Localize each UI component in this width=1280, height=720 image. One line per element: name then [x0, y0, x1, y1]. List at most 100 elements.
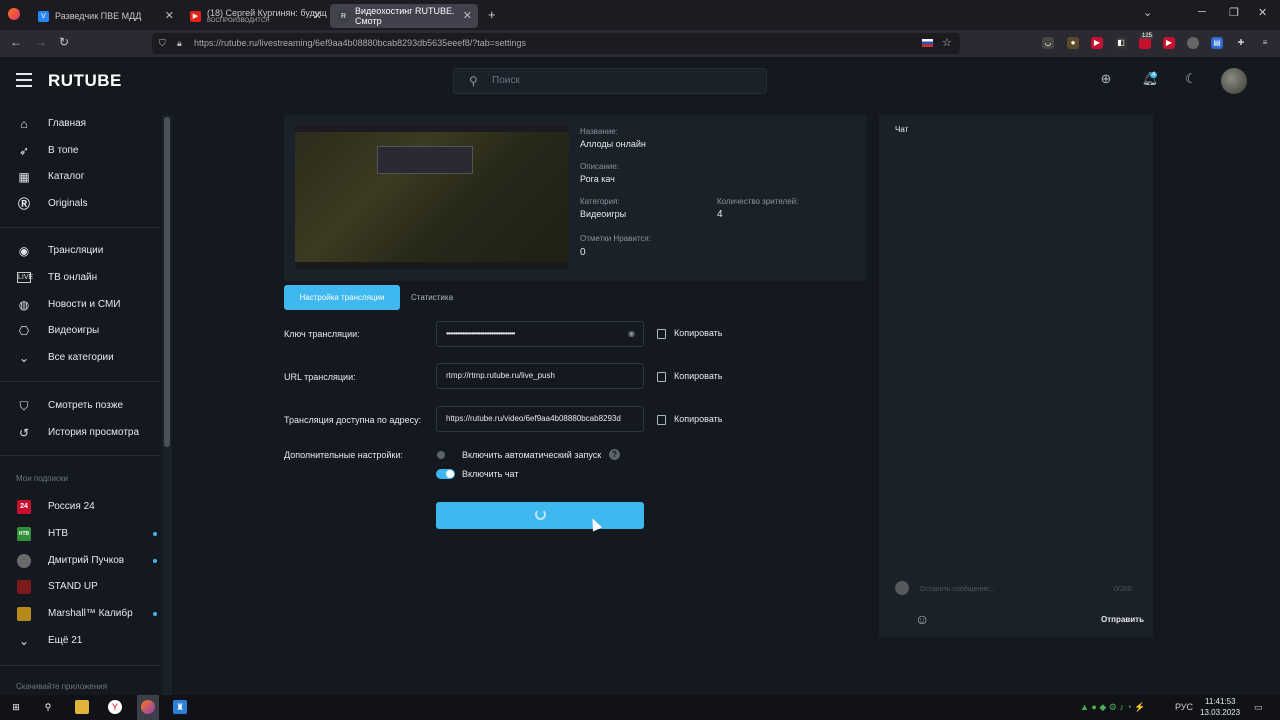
subscription-item[interactable]: STAND UP — [0, 574, 160, 600]
url-bar[interactable]: ⛉ 🔒︎ https://rutube.ru/livestreaming/6ef… — [152, 33, 960, 54]
subscription-item[interactable]: Дмитрий Пучков — [0, 548, 160, 574]
notification-center-icon[interactable]: ▭ — [1254, 702, 1263, 713]
sidebar-item-history[interactable]: ↺ История просмотра — [0, 420, 160, 446]
lock-icon[interactable]: 🔒︎ — [177, 33, 182, 54]
chat-toggle[interactable] — [436, 469, 455, 479]
chevron-down-icon: ⌄ — [18, 634, 30, 648]
tray-icons[interactable]: ▲ ● ◆ ⚙ ♪ ◔ ⚡ — [1080, 702, 1145, 713]
stream-url-field[interactable]: rtmp://rtmp.rutube.ru/live_push — [436, 363, 644, 389]
tab-settings[interactable]: Настройка трансляции — [284, 285, 400, 310]
sidebar-item-top[interactable]: ➶ В топе — [0, 138, 160, 164]
copy-key-button[interactable]: Копировать — [657, 328, 722, 339]
chat-user-avatar — [895, 581, 909, 595]
autostart-label: Включить автоматический запуск — [462, 450, 602, 460]
app-menu-icon[interactable]: ≡ — [1259, 37, 1271, 49]
language-indicator[interactable]: РУС — [1175, 702, 1193, 712]
stream-url-label: URL трансляции: — [284, 372, 356, 382]
close-window-icon[interactable]: ✕ — [1258, 6, 1267, 19]
browser-tab[interactable]: V Разведчик ПВЕ МДД ✕ — [30, 4, 180, 28]
moon-icon[interactable]: ☾ — [1181, 71, 1201, 91]
stream-address-field[interactable]: https://rutube.ru/video/6ef9aa4b08880bca… — [436, 406, 644, 432]
emoji-icon[interactable]: ☺ — [915, 611, 929, 627]
new-tab-button[interactable]: + — [488, 7, 496, 22]
search-icon[interactable]: ⚲ — [41, 700, 55, 714]
sidebar-item-catalog[interactable]: ▦ Каталог — [0, 164, 160, 190]
sidebar-item-games[interactable]: ⎔ Видеоигры — [0, 318, 160, 344]
divider — [0, 381, 160, 382]
copy-address-button[interactable]: Копировать — [657, 414, 722, 425]
r-icon: Ⓡ — [17, 197, 30, 211]
scrollbar-thumb[interactable] — [164, 117, 170, 447]
stream-key-field[interactable]: •••••••••••••••••••••••••••••••••••••• ◉ — [436, 321, 644, 347]
chat-message-input[interactable]: Оставить сообщение... — [920, 586, 995, 593]
gamepad-icon: ⎔ — [18, 324, 30, 338]
yandex-browser-icon[interactable]: Y — [108, 700, 122, 714]
firefox-menu-icon[interactable] — [8, 8, 20, 20]
bookmark-icon: ⛉ — [19, 399, 29, 413]
divider — [0, 455, 160, 456]
likes-label: Отметки Нравится: — [580, 234, 651, 243]
restore-icon[interactable]: ❐ — [1229, 6, 1239, 19]
app-icon[interactable]: ♜ — [173, 700, 187, 714]
browser-tab[interactable]: ▶ (18) Сергей Кургинян: будущ ВОСПРОИЗВОД… — [182, 4, 328, 28]
minimize-icon[interactable]: ─ — [1198, 6, 1206, 18]
extensions-puzzle-icon[interactable]: ✚ — [1235, 37, 1247, 49]
close-tab-icon[interactable]: ✕ — [313, 9, 322, 22]
sidebar-scrollbar[interactable] — [162, 115, 172, 695]
history-icon: ↺ — [18, 426, 30, 440]
tab-statistics[interactable]: Статистика — [411, 285, 453, 310]
save-button[interactable] — [436, 502, 644, 529]
windows-start-icon[interactable]: ⊞ — [9, 700, 23, 714]
sidebar-item-watch-later[interactable]: ⛉ Смотреть позже — [0, 393, 160, 419]
pocket-icon[interactable]: ◡ — [1042, 37, 1054, 49]
flag-ru-icon[interactable] — [922, 39, 933, 47]
sidebar-item-all-categories[interactable]: ⌄ Все категории — [0, 345, 160, 371]
shield-icon[interactable]: ⛉ — [159, 33, 166, 54]
forward-icon[interactable]: → — [35, 35, 47, 49]
sidebar-item-originals[interactable]: Ⓡ Originals — [0, 191, 160, 217]
url-text[interactable]: https://rutube.ru/livestreaming/6ef9aa4b… — [194, 38, 526, 48]
sidebar-item-streams[interactable]: ◉ Трансляции — [0, 238, 160, 264]
avatar[interactable] — [1221, 68, 1247, 94]
tab-list-icon[interactable]: ⌄ — [1143, 6, 1152, 19]
send-button[interactable]: Отправить — [1101, 615, 1144, 624]
sidebar-item-news[interactable]: ◍ Новости и СМИ — [0, 292, 160, 318]
extension-icon[interactable]: ▶ — [1091, 37, 1103, 49]
upload-icon[interactable]: ⊕ — [1096, 71, 1116, 91]
copy-url-button[interactable]: Копировать — [657, 371, 722, 382]
close-tab-icon[interactable]: ✕ — [165, 9, 174, 22]
menu-burger-icon[interactable] — [16, 73, 32, 87]
rutube-logo[interactable]: RUTUBE — [48, 71, 122, 91]
file-explorer-icon[interactable] — [75, 700, 89, 714]
sidebar-item-home[interactable]: ⌂ Главная — [0, 111, 160, 137]
clock-date[interactable]: 13.03.2023 — [1200, 708, 1240, 717]
chat-toggle-label: Включить чат — [462, 469, 519, 479]
sidebar-item-tv[interactable]: LIVE ТВ онлайн — [0, 265, 160, 291]
extension-icon[interactable]: ▶ — [1163, 37, 1175, 49]
extension-icon[interactable] — [1187, 37, 1199, 49]
stream-preview-image[interactable] — [295, 126, 569, 269]
extension-icon[interactable]: ▤ — [1211, 37, 1223, 49]
autostart-toggle[interactable] — [436, 450, 455, 460]
star-icon[interactable]: ☆ — [942, 33, 952, 54]
sidebar-item-more[interactable]: ⌄ Ещё 21 — [0, 628, 160, 654]
channel-avatar: НТВ — [17, 527, 31, 541]
broadcast-icon: ◉ — [18, 244, 30, 258]
close-tab-icon[interactable]: ✕ — [463, 9, 472, 22]
subscription-item[interactable]: Marshall™ Калибр — [0, 601, 160, 627]
rutube-favicon-icon: R — [338, 10, 349, 22]
extension-icon[interactable]: ◧ — [1115, 37, 1127, 49]
browser-tab-active[interactable]: R Видеохостинг RUTUBE. Смотр ✕ — [330, 4, 478, 28]
windows-taskbar: ⊞ ⚲ Y ♜ ▲ ● ◆ ⚙ ♪ ◔ ⚡ РУС 11:41:53 13.03… — [0, 695, 1280, 720]
extension-icon[interactable]: ● — [1067, 37, 1079, 49]
toggle-knob — [446, 470, 454, 478]
subscription-item[interactable]: 24 Россия 24 — [0, 494, 160, 520]
grid-icon: ▦ — [18, 170, 30, 184]
back-icon[interactable]: ← — [10, 35, 22, 49]
search-input[interactable]: ⚲ Поиск — [453, 68, 767, 94]
subscription-item[interactable]: НТВ НТВ — [0, 521, 160, 547]
clock-time[interactable]: 11:41:53 — [1205, 697, 1236, 706]
help-icon[interactable]: ? — [609, 449, 620, 460]
eye-icon[interactable]: ◉ — [628, 322, 635, 346]
reload-icon[interactable]: ↻ — [59, 35, 69, 49]
